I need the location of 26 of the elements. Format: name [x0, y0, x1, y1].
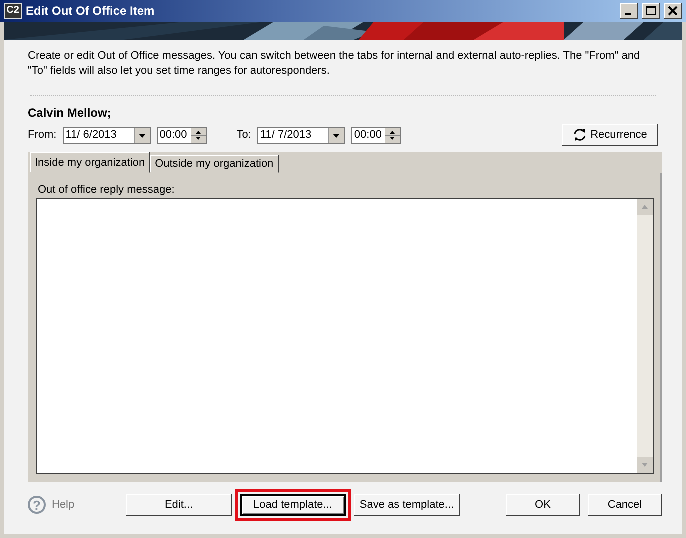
description-text: Create or edit Out of Office messages. You can switch between the tabs for internal and external auto-replies. The "From" and "To" fields will also let you set time ranges for autoresponders.: [28, 49, 642, 79]
tab[interactable]: Inside my organization: [30, 152, 150, 173]
app-icon: C2: [4, 3, 22, 19]
action-button[interactable]: Save as template...: [354, 494, 460, 516]
date-picker[interactable]: 11/ 7/2013: [257, 126, 346, 144]
to-label: To:: [236, 129, 252, 141]
message-label: Out of office reply message:: [38, 184, 176, 196]
close-icon[interactable]: [664, 3, 682, 19]
time-spinner[interactable]: 00:00: [351, 126, 402, 144]
spinner-arrows-icon[interactable]: [385, 128, 400, 142]
maximize-icon[interactable]: [642, 3, 660, 19]
tab[interactable]: Outside my organization: [150, 155, 279, 173]
action-button[interactable]: Edit...: [126, 494, 232, 516]
date-picker[interactable]: 11/ 6/2013: [62, 126, 151, 144]
user-name: Calvin Mellow;: [28, 106, 112, 120]
time-spinner[interactable]: 00:00: [156, 126, 207, 144]
dialog-button[interactable]: OK: [506, 494, 580, 516]
refresh-icon: [572, 128, 587, 142]
minimize-icon[interactable]: [620, 3, 638, 19]
spinner-arrows-icon[interactable]: [190, 128, 206, 142]
recurrence-button[interactable]: Recurrence: [562, 124, 658, 146]
from-label: From:: [28, 129, 57, 141]
help-link[interactable]: Help: [52, 499, 75, 511]
dialog-button[interactable]: Cancel: [588, 494, 662, 516]
window-title: Edit Out Of Office Item: [26, 4, 156, 18]
message-field[interactable]: [36, 198, 654, 474]
